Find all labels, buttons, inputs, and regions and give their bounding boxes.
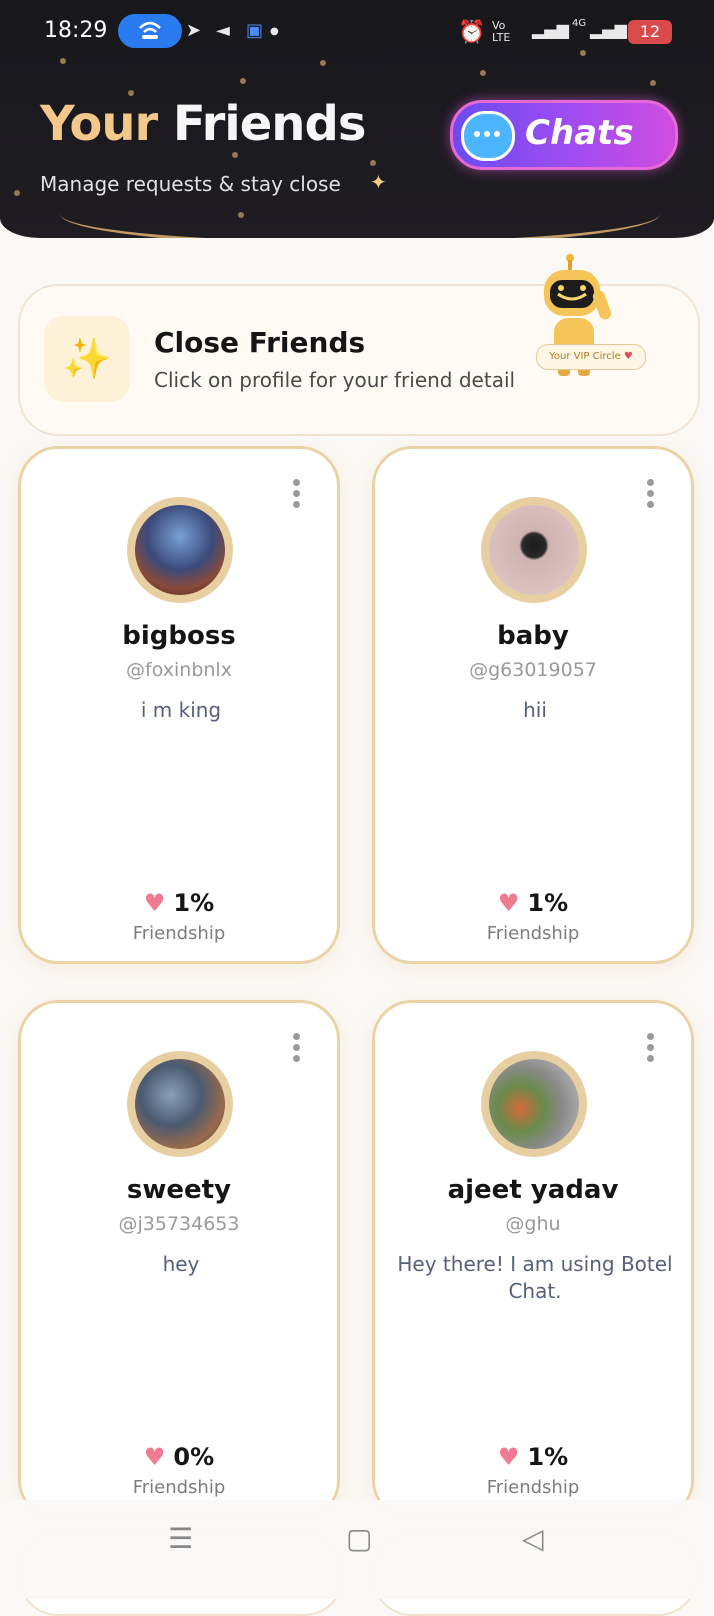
more-options-icon[interactable]	[647, 1033, 655, 1066]
friend-bio: Hey there! I am using Botel Chat.	[397, 1252, 673, 1303]
header: 18:29 ➤ ◄ ▣ ● ⏰ Vo LTE ▂▄▆ 4G ▂▄▆ 12 Your…	[0, 0, 714, 238]
friendship-label: Friendship	[132, 923, 226, 944]
friendship-label: Friendship	[486, 1477, 580, 1498]
close-friends-subtitle: Click on profile for your friend detail	[154, 368, 516, 392]
sparkle-icon: ✦	[370, 170, 387, 194]
friend-handle: @g63019057	[469, 659, 597, 681]
more-options-icon[interactable]	[293, 1033, 301, 1066]
heart-icon: ♥	[623, 351, 633, 362]
chats-button[interactable]: Chats	[450, 100, 678, 170]
friend-bio: i m king	[140, 698, 222, 722]
close-friends-title: Close Friends	[154, 326, 366, 359]
friend-bio: hey	[162, 1252, 200, 1276]
more-options-icon[interactable]	[293, 479, 301, 512]
send-icon: ◄	[216, 20, 230, 41]
friendship-label: Friendship	[486, 923, 580, 944]
friend-name: sweety	[126, 1175, 232, 1205]
friendship-label: Friendship	[132, 1477, 226, 1498]
vip-circle-badge: Your VIP Circle ♥	[536, 344, 646, 370]
back-triangle-icon[interactable]: ◁	[522, 1522, 544, 1555]
friend-card[interactable]: sweety @j35734653 hey ♥ 0% Friendship	[18, 1000, 340, 1520]
android-icon: ▣	[246, 20, 264, 41]
chats-button-label: Chats	[525, 113, 634, 153]
page-title-part2: Friends	[172, 96, 366, 152]
heart-icon: ♥	[143, 889, 166, 917]
avatar[interactable]	[127, 1051, 233, 1157]
battery-indicator: 12	[628, 20, 672, 44]
heart-icon: ♥	[497, 889, 520, 917]
friendship-percent: ♥ 1%	[497, 1443, 569, 1471]
friend-card[interactable]: bigboss @foxinbnlx i m king ♥ 1% Friendsh…	[18, 446, 340, 964]
friend-card[interactable]: baby @g63019057 hii ♥ 1% Friendship	[372, 446, 694, 964]
friendship-percent: ♥ 0%	[143, 1443, 215, 1471]
menu-icon[interactable]: ☰	[168, 1522, 193, 1555]
friend-handle: @ghu	[505, 1213, 561, 1235]
sparkles-icon: ✨	[44, 316, 130, 402]
heart-icon: ♥	[497, 1443, 520, 1471]
friend-name: bigboss	[122, 621, 236, 651]
telegram-icon: ➤	[186, 20, 202, 41]
avatar[interactable]	[481, 497, 587, 603]
page-subtitle: Manage requests & stay close	[40, 172, 341, 196]
heart-icon: ♥	[143, 1443, 166, 1471]
chat-bubble-icon	[461, 111, 515, 161]
signal-icon: ▂▄▆	[532, 20, 569, 39]
page-title-part1: Your	[40, 96, 158, 152]
friendship-percent: ♥ 1%	[143, 889, 215, 917]
header-divider	[60, 214, 660, 238]
avatar[interactable]	[481, 1051, 587, 1157]
dot-icon: ●	[270, 26, 279, 37]
page-title: Your Friends	[40, 96, 366, 152]
hotspot-icon	[118, 14, 182, 48]
network-type: 4G	[572, 18, 587, 29]
system-nav-bar: ☰ ▢ ◁	[0, 1500, 714, 1599]
volte-indicator: Vo LTE	[492, 19, 511, 44]
more-options-icon[interactable]	[647, 479, 655, 512]
friend-name: ajeet yadav	[447, 1175, 619, 1205]
friend-handle: @j35734653	[118, 1213, 240, 1235]
friend-handle: @foxinbnlx	[126, 659, 232, 681]
alarm-icon: ⏰	[458, 20, 486, 45]
friendship-percent: ♥ 1%	[497, 889, 569, 917]
friend-bio: hii	[523, 698, 547, 722]
home-square-icon[interactable]: ▢	[346, 1522, 372, 1555]
status-time: 18:29	[44, 18, 108, 43]
status-bar: 18:29 ➤ ◄ ▣ ● ⏰ Vo LTE ▂▄▆ 4G ▂▄▆ 12	[0, 14, 714, 54]
avatar[interactable]	[127, 497, 233, 603]
friend-name: baby	[497, 621, 569, 651]
signal-icon-2: ▂▄▆	[590, 20, 627, 39]
friend-card[interactable]: ajeet yadav @ghu Hey there! I am using B…	[372, 1000, 694, 1520]
